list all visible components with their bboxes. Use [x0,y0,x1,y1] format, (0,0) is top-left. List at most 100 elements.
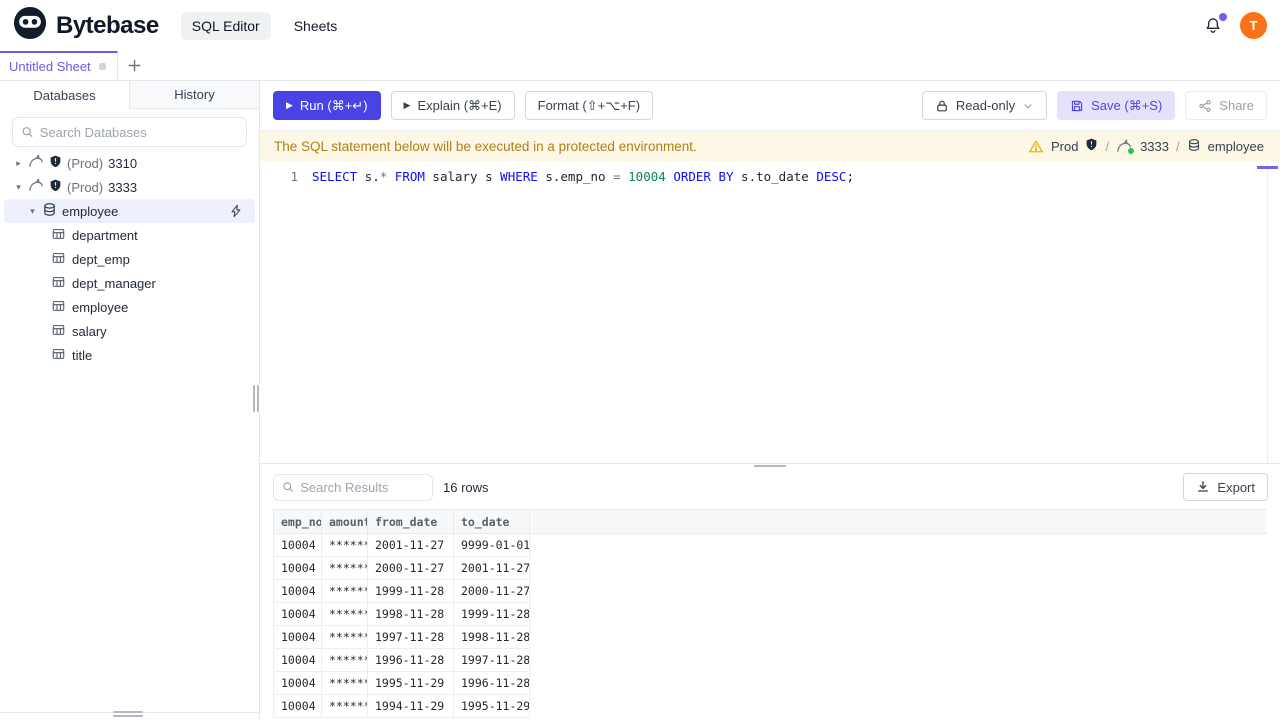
caret-down-icon[interactable]: ▾ [28,206,37,216]
sql-token: WHERE [500,169,538,184]
result-cell[interactable]: 10004 [273,602,322,626]
sql-token: DESC [816,169,847,184]
caret-down-icon[interactable]: ▾ [14,182,23,192]
result-cell[interactable]: 1998-11-28 [367,602,454,626]
database-name: employee [62,203,119,219]
sql-token: FROM [394,169,425,184]
result-cell[interactable]: 10004 [273,579,322,603]
format-button[interactable]: Format (⇧+⌥+F) [524,91,654,120]
brand[interactable]: Bytebase [13,6,159,45]
result-column-from_date: from_date [367,509,454,534]
result-cell[interactable]: 1998-11-28 [453,625,530,649]
sidebar-table-dept_manager[interactable]: dept_manager [4,271,255,295]
result-cell[interactable]: 2001-11-27 [367,533,454,557]
tab-history[interactable]: History [130,81,259,108]
environment-label[interactable]: Prod [1051,139,1078,154]
result-cell[interactable]: 2000-11-27 [367,556,454,580]
result-cell[interactable]: ****** [321,533,368,557]
sidebar-table-dept_emp[interactable]: dept_emp [4,247,255,271]
sql-token: ; [846,169,854,184]
database-icon [42,202,57,220]
result-cell[interactable]: 10004 [273,648,322,672]
table-icon [51,251,66,268]
sidebar-table-salary[interactable]: salary [4,319,255,343]
result-cell[interactable]: 10004 [273,556,322,580]
connection-bolt-icon[interactable] [229,204,243,221]
result-cell[interactable]: 1996-11-28 [453,671,530,695]
result-cell[interactable]: 10004 [273,694,322,718]
sheet-tab-untitled[interactable]: Untitled Sheet [0,51,118,80]
toolbar-right: Read-only Save (⌘+S) Share [921,91,1267,120]
result-cell[interactable]: ****** [321,579,368,603]
sheet-tab-strip: Untitled Sheet [0,51,1280,81]
notification-bell-button[interactable] [1203,12,1227,36]
result-cell[interactable]: 1999-11-28 [453,602,530,626]
results-resize-handle[interactable] [754,464,786,468]
table-name: dept_emp [72,251,130,267]
sql-code-line[interactable]: SELECT s.* FROM salary s WHERE s.emp_no … [298,168,854,186]
table-icon [51,275,66,292]
sidebar-resize-handle[interactable] [113,710,143,718]
share-button[interactable]: Share [1185,91,1267,120]
play-icon: ▶ [286,100,293,110]
database-label[interactable]: employee [1208,139,1264,154]
overview-ruler-cursor-mark [1257,166,1278,169]
instance-prod-3333[interactable]: ▾ (Prod) 3333 [4,175,255,199]
bytebase-sql-editor: Bytebase SQL Editor Sheets T Untitled Sh… [0,0,1280,720]
results-search-input[interactable] [300,479,424,495]
result-cell[interactable]: 1996-11-28 [367,648,454,672]
result-cell[interactable]: 1995-11-29 [367,671,454,695]
result-cell[interactable]: ****** [321,556,368,580]
result-cell[interactable]: 1994-11-29 [367,694,454,718]
sidebar-table-title[interactable]: title [4,343,255,367]
save-button[interactable]: Save (⌘+S) [1057,91,1176,120]
plus-icon [128,59,141,72]
editor-scrollbar-track[interactable] [1267,161,1268,463]
explain-button[interactable]: ▶ Explain (⌘+E) [390,91,515,120]
add-sheet-button[interactable] [127,58,142,73]
result-cell[interactable]: 1997-11-28 [453,648,530,672]
result-cell[interactable]: 9999-01-01 [453,533,530,557]
result-cell[interactable]: 2001-11-27 [453,556,530,580]
warning-triangle-icon [1029,139,1043,152]
sql-token: s.to_date [733,169,817,184]
readonly-mode-button[interactable]: Read-only [921,91,1048,120]
instance-prod-3310[interactable]: ▸ (Prod) 3310 [4,151,255,175]
sql-editor-area[interactable]: 1 SELECT s.* FROM salary s WHERE s.emp_n… [260,161,1280,463]
main-panel: ▶ Run (⌘+↵) ▶ Explain (⌘+E) Format (⇧+⌥+… [260,81,1280,720]
result-cell[interactable]: 1995-11-29 [453,694,530,718]
export-button[interactable]: Export [1183,473,1268,501]
result-cell[interactable]: ****** [321,602,368,626]
sidebar-drag-handle[interactable] [251,385,261,412]
result-body: 10004 ****** 2001-11-27 9999-01-01 10004 ****… [273,533,1268,718]
row-count: 16 rows [443,479,489,495]
result-cell[interactable]: ****** [321,694,368,718]
caret-right-icon[interactable]: ▸ [14,158,23,168]
result-cell[interactable]: 1999-11-28 [367,579,454,603]
nav-sql-editor[interactable]: SQL Editor [180,11,271,40]
nav-sheets[interactable]: Sheets [283,12,349,40]
result-cell[interactable]: 10004 [273,533,322,557]
user-avatar[interactable]: T [1240,12,1267,39]
result-cell-filler [530,672,1268,695]
result-cell[interactable]: ****** [321,671,368,695]
sidebar-table-department[interactable]: department [4,223,255,247]
sidebar-table-employee[interactable]: employee [4,295,255,319]
sql-token: s. [357,169,380,184]
instance-label[interactable]: 3333 [1140,139,1169,154]
top-nav: SQL Editor Sheets [180,11,349,40]
result-header-row: emp_no amount from_date to_date [273,509,1267,534]
database-employee[interactable]: ▾ employee [4,199,255,223]
run-button[interactable]: ▶ Run (⌘+↵) [273,91,381,120]
result-cell[interactable]: 1997-11-28 [367,625,454,649]
play-icon: ▶ [403,100,411,110]
tab-databases[interactable]: Databases [0,81,130,109]
result-cell[interactable]: ****** [321,648,368,672]
result-cell[interactable]: 2000-11-27 [453,579,530,603]
database-search-input[interactable] [39,124,238,140]
result-row: 10004 ****** 1998-11-28 1999-11-28 [273,602,1268,626]
result-cell[interactable]: ****** [321,625,368,649]
result-cell[interactable]: 10004 [273,625,322,649]
result-cell[interactable]: 10004 [273,671,322,695]
result-table: emp_no amount from_date to_date 10004 ******… [273,509,1267,718]
